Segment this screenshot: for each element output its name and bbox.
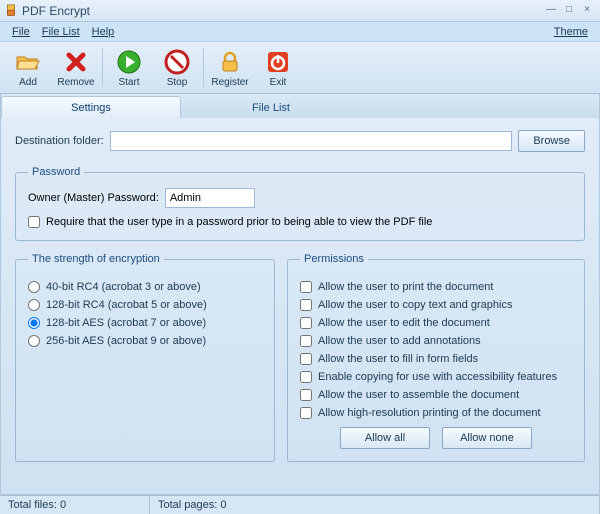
browse-button[interactable]: Browse	[518, 130, 585, 152]
encryption-group: The strength of encryption 40-bit RC4 (a…	[15, 253, 275, 462]
permission-label: Allow the user to assemble the document	[318, 389, 519, 401]
permission-label: Enable copying for use with accessibilit…	[318, 371, 557, 383]
titlebar: PDF Encrypt — □ ×	[0, 0, 600, 22]
destination-label: Destination folder:	[15, 135, 104, 147]
permission-label: Allow the user to fill in form fields	[318, 353, 478, 365]
add-label: Add	[19, 77, 37, 88]
permission-label: Allow the user to add annotations	[318, 335, 481, 347]
permission-checkbox-1[interactable]	[300, 299, 312, 311]
permission-checkbox-7[interactable]	[300, 407, 312, 419]
permissions-legend: Permissions	[300, 253, 368, 265]
exit-label: Exit	[270, 77, 287, 88]
password-group: Password Owner (Master) Password: Requir…	[15, 166, 585, 241]
permission-checkbox-5[interactable]	[300, 371, 312, 383]
status-total-files: Total files: 0	[0, 496, 150, 514]
toolbar: Add Remove Start Stop Register Exit	[0, 42, 600, 94]
permission-checkbox-0[interactable]	[300, 281, 312, 293]
tab-filelist[interactable]: File List	[181, 96, 361, 118]
permission-label: Allow high-resolution printing of the do…	[318, 407, 541, 419]
encryption-radio-0[interactable]	[28, 281, 40, 293]
menu-theme[interactable]: Theme	[548, 24, 594, 40]
lock-icon	[217, 49, 243, 75]
encryption-radio-3[interactable]	[28, 335, 40, 347]
permission-checkbox-3[interactable]	[300, 335, 312, 347]
remove-button[interactable]: Remove	[52, 44, 100, 91]
tab-bar: Settings File List	[1, 94, 599, 118]
menu-help[interactable]: Help	[86, 24, 121, 40]
permissions-group: Permissions Allow the user to print the …	[287, 253, 585, 462]
encryption-option-label: 256-bit AES (acrobat 9 or above)	[46, 335, 206, 347]
tab-settings[interactable]: Settings	[1, 96, 181, 118]
play-icon	[116, 49, 142, 75]
minimize-button[interactable]: —	[542, 4, 560, 18]
statusbar: Total files: 0 Total pages: 0	[0, 495, 600, 514]
require-password-label: Require that the user type in a password…	[46, 216, 432, 228]
settings-panel: Destination folder: Browse Password Owne…	[1, 118, 599, 494]
encryption-option-label: 128-bit AES (acrobat 7 or above)	[46, 317, 206, 329]
destination-input[interactable]	[110, 131, 513, 151]
permission-checkbox-2[interactable]	[300, 317, 312, 329]
stop-label: Stop	[167, 77, 188, 88]
allow-all-button[interactable]: Allow all	[340, 427, 430, 449]
register-button[interactable]: Register	[206, 44, 254, 91]
stop-button[interactable]: Stop	[153, 44, 201, 91]
owner-password-label: Owner (Master) Password:	[28, 192, 159, 204]
folder-open-icon	[15, 49, 41, 75]
permission-label: Allow the user to copy text and graphics	[318, 299, 512, 311]
add-button[interactable]: Add	[4, 44, 52, 91]
start-button[interactable]: Start	[105, 44, 153, 91]
permission-label: Allow the user to print the document	[318, 281, 493, 293]
permission-checkbox-4[interactable]	[300, 353, 312, 365]
encryption-radio-2[interactable]	[28, 317, 40, 329]
maximize-button[interactable]: □	[560, 4, 578, 18]
power-icon	[265, 49, 291, 75]
start-label: Start	[118, 77, 139, 88]
exit-button[interactable]: Exit	[254, 44, 302, 91]
allow-none-button[interactable]: Allow none	[442, 427, 532, 449]
window-title: PDF Encrypt	[22, 4, 542, 18]
encryption-option-label: 128-bit RC4 (acrobat 5 or above)	[46, 299, 207, 311]
menu-file[interactable]: File	[6, 24, 36, 40]
stop-icon	[164, 49, 190, 75]
register-label: Register	[211, 77, 248, 88]
status-total-pages: Total pages: 0	[150, 496, 600, 514]
app-icon	[4, 4, 18, 18]
password-legend: Password	[28, 166, 84, 178]
require-password-checkbox[interactable]	[28, 216, 40, 228]
encryption-radio-1[interactable]	[28, 299, 40, 311]
permission-label: Allow the user to edit the document	[318, 317, 490, 329]
delete-x-icon	[63, 49, 89, 75]
encryption-option-label: 40-bit RC4 (acrobat 3 or above)	[46, 281, 201, 293]
encryption-legend: The strength of encryption	[28, 253, 164, 265]
owner-password-input[interactable]	[165, 188, 255, 208]
menu-filelist[interactable]: File List	[36, 24, 86, 40]
close-button[interactable]: ×	[578, 4, 596, 18]
remove-label: Remove	[57, 77, 94, 88]
menubar: File File List Help Theme	[0, 22, 600, 42]
permission-checkbox-6[interactable]	[300, 389, 312, 401]
